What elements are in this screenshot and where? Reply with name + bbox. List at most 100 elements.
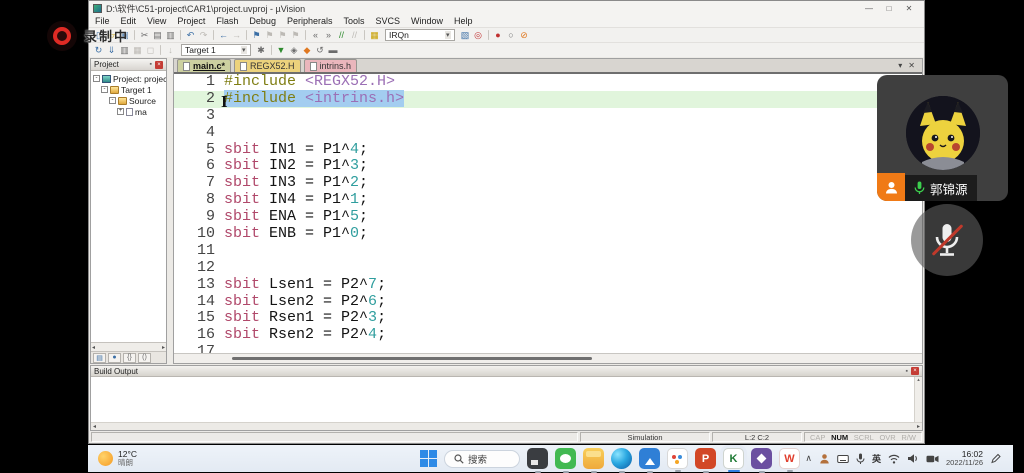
code-line[interactable]: 4	[174, 125, 922, 142]
maximize-button[interactable]: □	[884, 4, 894, 13]
project-tab-icon[interactable]: ▤	[93, 353, 106, 363]
stop-build-icon[interactable]: ◻	[144, 44, 157, 57]
menu-item[interactable]: Tools	[343, 16, 364, 26]
app-powerpoint[interactable]: P	[695, 448, 716, 469]
download-icon[interactable]: ↓	[164, 44, 177, 57]
build-output-vscrollbar[interactable]: ▴	[914, 377, 922, 422]
manage-rte-icon[interactable]: ◆	[301, 44, 314, 57]
tree-expander-icon[interactable]: -	[101, 86, 108, 93]
code-line[interactable]: 9sbit ENA = P1^5;	[174, 209, 922, 226]
code-line[interactable]: 15sbit Rsen1 = P2^3;	[174, 310, 922, 327]
bookmark-prev-icon[interactable]: ⚑	[263, 29, 276, 42]
menu-item[interactable]: View	[147, 16, 166, 26]
menu-item[interactable]: SVCS	[376, 16, 401, 26]
unindent-icon[interactable]: «	[309, 29, 322, 42]
editor-hscrollbar[interactable]	[174, 353, 922, 363]
bookmark-next-icon[interactable]: ⚑	[276, 29, 289, 42]
tree-expander-icon[interactable]: +	[117, 108, 124, 115]
app-photos-blue[interactable]	[639, 448, 660, 469]
code-line[interactable]: 5sbit IN1 = P1^4;	[174, 142, 922, 159]
app-purple[interactable]	[751, 448, 772, 469]
hscrollbar-thumb[interactable]	[232, 357, 592, 360]
indent-icon[interactable]: »	[322, 29, 335, 42]
menu-item[interactable]: Debug	[249, 16, 276, 26]
tray-chevron-icon[interactable]: ∧	[805, 453, 812, 464]
pin-icon[interactable]: ▪	[150, 61, 152, 68]
tree-project-root[interactable]: - Project: projec	[91, 73, 166, 84]
title-bar[interactable]: D:\软件\C51-project\CAR1\project.uvproj - …	[89, 1, 924, 15]
code-line[interactable]: 2#include <intrins.h>	[174, 91, 922, 108]
functions-tab-icon[interactable]: {}	[123, 353, 136, 363]
scroll-left-icon[interactable]: ◂	[92, 344, 95, 351]
code-line[interactable]: 1#include <REGX52.H>	[174, 74, 922, 91]
code-line[interactable]: 7sbit IN3 = P1^2;	[174, 175, 922, 192]
close-button[interactable]: ✕	[904, 4, 914, 13]
tray-keyboard-icon[interactable]	[837, 454, 849, 464]
tree-expander-icon[interactable]: -	[93, 75, 100, 82]
menu-item[interactable]: Window	[411, 16, 443, 26]
camera-icon[interactable]	[926, 454, 939, 464]
refresh-icon[interactable]: ↺	[314, 44, 327, 57]
tree-source-group[interactable]: - Source	[91, 95, 166, 106]
flash-download-icon[interactable]: ▼	[275, 44, 288, 57]
app-wps[interactable]: W	[779, 448, 800, 469]
panel-close-icon[interactable]: ×	[155, 61, 163, 69]
app-system-dark[interactable]	[527, 448, 548, 469]
app-wechat[interactable]	[555, 448, 576, 469]
code-line[interactable]: 6sbit IN2 = P1^3;	[174, 158, 922, 175]
tab-list-icon[interactable]: ▾	[898, 61, 902, 70]
menu-item[interactable]: Edit	[121, 16, 137, 26]
tree-expander-icon[interactable]: -	[109, 97, 116, 104]
chevron-down-icon[interactable]: ▾	[241, 46, 247, 54]
code-line[interactable]: 11	[174, 243, 922, 260]
build-icon[interactable]: ⇓	[105, 44, 118, 57]
pin-icon[interactable]: ▪	[906, 368, 908, 375]
project-hscrollbar[interactable]: ◂ ▸	[91, 342, 166, 351]
bookmark-clear-icon[interactable]: ⚑	[289, 29, 302, 42]
tray-mic-icon[interactable]	[856, 453, 865, 465]
app-color-dots[interactable]	[667, 448, 688, 469]
tab-regx52-h[interactable]: REGX52.H	[234, 59, 301, 72]
irq-combo[interactable]: IRQn ▾	[385, 29, 455, 41]
taskbar-search[interactable]: 搜索	[444, 450, 520, 468]
redo-icon[interactable]: ↷	[197, 29, 210, 42]
scroll-right-icon[interactable]: ▸	[162, 344, 165, 351]
ime-language-indicator[interactable]: 英	[872, 452, 881, 465]
code-line[interactable]: 12	[174, 260, 922, 277]
breakpoint-icon[interactable]: ●	[492, 29, 505, 42]
bookmark-toggle-icon[interactable]: ⚑	[250, 29, 263, 42]
scroll-right-icon[interactable]: ▸	[917, 423, 920, 430]
code-line[interactable]: 16sbit Rsen2 = P2^4;	[174, 327, 922, 344]
app-edge[interactable]	[611, 448, 632, 469]
find-in-files-icon[interactable]: ◎	[472, 29, 485, 42]
pack-installer-icon[interactable]: ◈	[288, 44, 301, 57]
menu-item[interactable]: File	[95, 16, 110, 26]
menu-item[interactable]: Peripherals	[287, 16, 333, 26]
build-output-hscrollbar[interactable]: ◂ ▸	[91, 422, 922, 430]
code-line[interactable]: 17	[174, 344, 922, 353]
menu-item[interactable]: Help	[454, 16, 473, 26]
books-tab-icon[interactable]: ●	[108, 353, 121, 363]
translate-icon[interactable]: ↻	[92, 44, 105, 57]
start-button[interactable]	[420, 450, 437, 467]
paste-icon[interactable]: ▥	[164, 29, 177, 42]
tab-intrins-h[interactable]: intrins.h	[304, 59, 358, 72]
tab-close-icon[interactable]: ✕	[908, 61, 915, 70]
app-keil-uvision[interactable]: K	[723, 448, 744, 469]
target-combo[interactable]: Target 1 ▾	[181, 44, 251, 56]
volume-icon[interactable]	[907, 453, 919, 464]
batch-build-icon[interactable]: ▦	[131, 44, 144, 57]
app-file-explorer[interactable]	[583, 448, 604, 469]
wifi-icon[interactable]	[888, 454, 900, 464]
rebuild-icon[interactable]: ▥	[118, 44, 131, 57]
tray-person-icon[interactable]	[819, 453, 830, 464]
menu-item[interactable]: Flash	[216, 16, 238, 26]
code-area[interactable]: I 1#include <REGX52.H>2#include <intrins…	[174, 74, 922, 353]
undo-icon[interactable]: ↶	[184, 29, 197, 42]
minimize-button[interactable]: —	[864, 4, 874, 13]
mic-muted-button[interactable]	[911, 204, 983, 276]
weather-widget[interactable]: 12°C 晴朗	[88, 450, 137, 467]
code-line[interactable]: 10sbit ENB = P1^0;	[174, 226, 922, 243]
tray-clock[interactable]: 16:02 2022/11/26	[946, 450, 983, 468]
templates-tab-icon[interactable]: ()	[138, 353, 151, 363]
